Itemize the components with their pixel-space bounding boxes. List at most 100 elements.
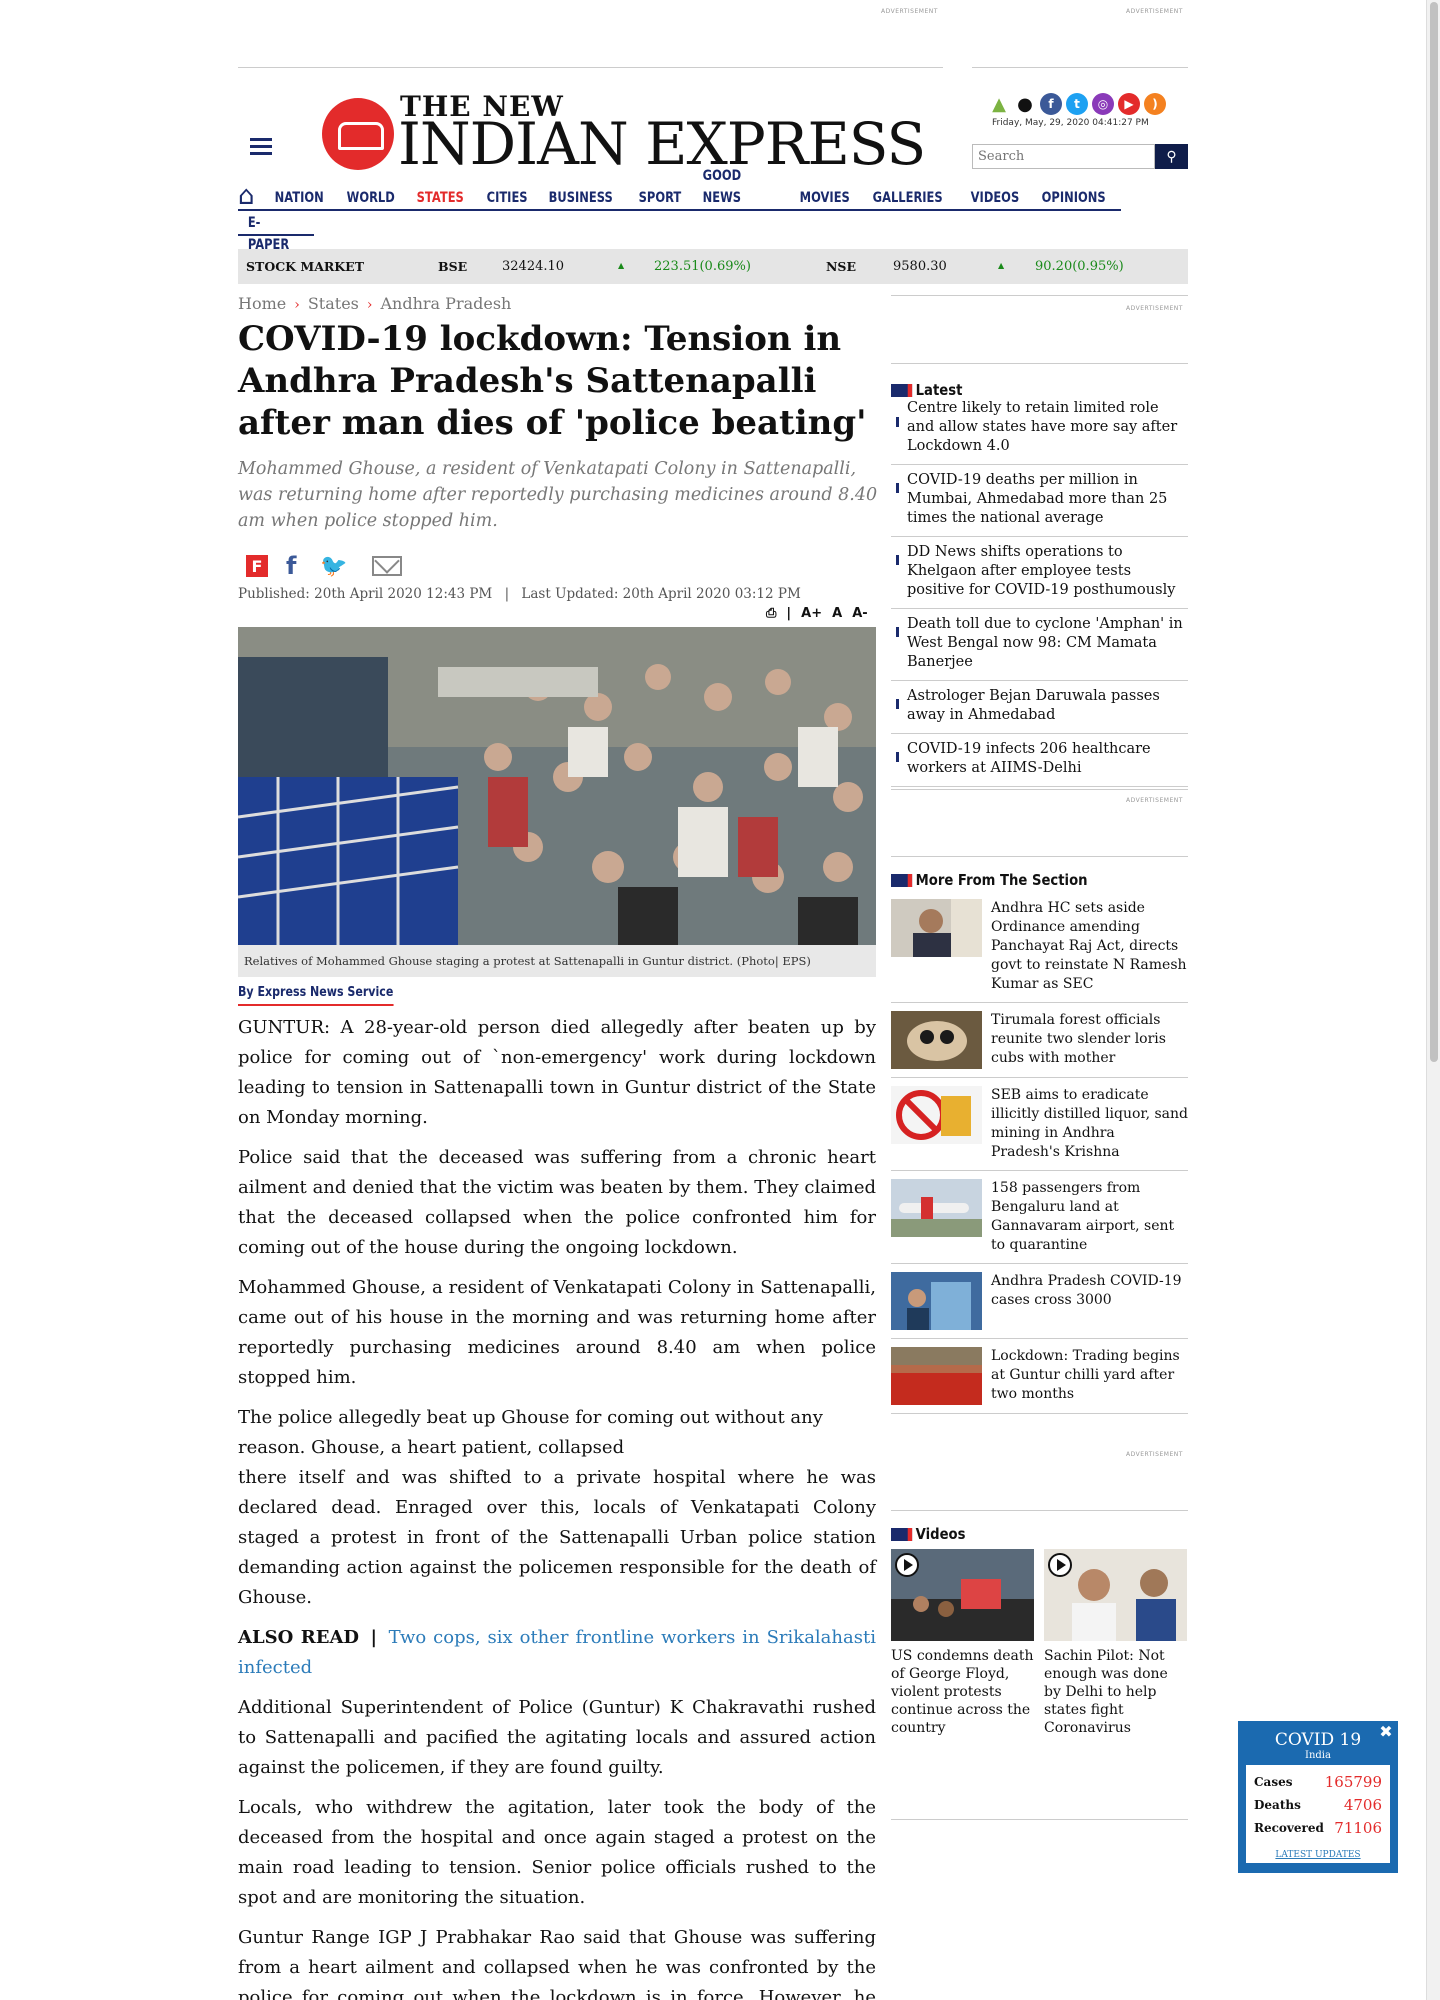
latest-item[interactable]: Centre likely to retain limited role and… (891, 399, 1188, 465)
more-item[interactable]: Andhra HC sets aside Ordinance amending … (891, 889, 1188, 1003)
more-item[interactable]: 158 passengers from Bengaluru land at Ga… (891, 1171, 1188, 1264)
article-summary: Mohammed Ghouse, a resident of Venkatapa… (238, 459, 878, 531)
paragraph: Locals, who withdrew the agitation, late… (238, 1797, 876, 1908)
nav-nation[interactable]: NATION (264, 187, 334, 209)
video-title: Sachin Pilot: Not enough was done by Del… (1044, 1648, 1168, 1736)
latest-item[interactable]: DD News shifts operations to Khelgaon af… (891, 537, 1188, 609)
nav-world[interactable]: WORLD (336, 187, 405, 209)
play-icon[interactable] (895, 1553, 919, 1577)
font-increase-button[interactable]: A+ (801, 606, 822, 621)
menu-icon[interactable] (250, 138, 272, 156)
paragraph: GUNTUR: A 28-year-old person died allege… (238, 1017, 876, 1128)
separator: | (504, 586, 510, 602)
paragraph: Police said that the deceased was suffer… (238, 1147, 876, 1258)
sidebar-top-rule (891, 295, 1188, 296)
print-icon[interactable]: ⎙ (766, 606, 776, 621)
nav-states[interactable]: STATES (406, 187, 474, 209)
video-title: US condemns death of George Floyd, viole… (891, 1648, 1034, 1736)
video-card[interactable]: US condemns death of George Floyd, viole… (891, 1549, 1034, 1737)
nav-cities[interactable]: CITIES (476, 187, 538, 209)
covid-deaths-row: Deaths 4706 (1254, 1794, 1382, 1817)
ad-label: ADVERTISEMENT (1126, 305, 1183, 312)
twitter-icon[interactable]: t (1066, 93, 1088, 115)
paragraph: Guntur Range IGP J Prabhakar Rao said th… (238, 1927, 876, 2000)
more-item[interactable]: Lockdown: Trading begins at Guntur chill… (891, 1339, 1188, 1414)
sidebar-rule (891, 789, 1188, 790)
more-item[interactable]: Tirumala forest officials reunite two sl… (891, 1003, 1188, 1078)
latest-item[interactable]: COVID-19 deaths per million in Mumbai, A… (891, 465, 1188, 537)
nav-business[interactable]: BUSINESS (538, 187, 623, 209)
videos-title: Videos (891, 1525, 1152, 1543)
news-thumbnail (891, 1272, 982, 1330)
twitter-share-icon[interactable]: 🐦 (320, 554, 347, 579)
stock-ticker: STOCK MARKET BSE 32424.10 ▲ 223.51(0.69%… (238, 249, 1188, 284)
news-thumbnail (891, 1179, 982, 1237)
font-reset-button[interactable]: A (832, 606, 842, 621)
home-icon[interactable]: ⌂ (238, 183, 264, 209)
breadcrumb-andhra-pradesh[interactable]: Andhra Pradesh (381, 294, 512, 313)
breadcrumb-states[interactable]: States (308, 294, 359, 313)
search-input[interactable] (972, 144, 1155, 169)
scrollbar-thumb[interactable] (1430, 2, 1438, 1062)
videos-section: Videos US condemns death of George Floyd… (891, 1510, 1188, 1737)
also-read: ALSO READ | Two cops, six other frontlin… (238, 1623, 876, 1683)
nse-value: 9580.30 (893, 259, 947, 274)
ad-label: ADVERTISEMENT (1126, 797, 1183, 804)
separator: | (370, 1627, 378, 1648)
play-icon[interactable] (1048, 1553, 1072, 1577)
news-thumbnail (891, 1347, 982, 1405)
latest-section: Latest Centre likely to retain limited r… (891, 363, 1188, 787)
news-thumbnail (891, 1086, 982, 1144)
latest-item[interactable]: Astrologer Bejan Daruwala passes away in… (891, 681, 1188, 734)
photo-caption: Relatives of Mohammed Ghouse staging a p… (238, 945, 876, 977)
youtube-icon[interactable]: ▶ (1118, 93, 1140, 115)
publish-info: Published: 20th April 2020 12:43 PM | La… (238, 586, 801, 602)
covid-cases: 165799 (1324, 1773, 1382, 1791)
latest-item[interactable]: COVID-19 infects 206 healthcare workers … (891, 734, 1188, 787)
android-icon[interactable]: ▲ (988, 93, 1010, 115)
email-share-icon[interactable] (372, 556, 402, 576)
page-scrollbar[interactable] (1426, 0, 1440, 2000)
logo-main-text: INDIAN EXPRESS (398, 110, 926, 178)
covid-title: COVID 19 (1274, 1730, 1362, 1750)
covid-recovered-row: Recovered 71106 (1254, 1817, 1382, 1840)
apple-icon[interactable]: ● (1014, 93, 1036, 115)
secondary-nav: E-PAPER (238, 212, 314, 253)
news-thumbnail (891, 899, 982, 957)
sidebar-rule (891, 1819, 1188, 1820)
ad-label: ADVERTISEMENT (881, 8, 938, 15)
nav-videos[interactable]: VIDEOS (960, 187, 1030, 209)
rss-icon[interactable]: ) (1144, 93, 1166, 115)
more-title: More From The Section (891, 871, 1152, 889)
stock-label: STOCK MARKET (246, 259, 364, 274)
facebook-share-icon[interactable]: f (286, 552, 302, 580)
instagram-icon[interactable]: ◎ (1092, 93, 1114, 115)
facebook-icon[interactable]: f (1040, 93, 1062, 115)
font-decrease-button[interactable]: A- (852, 606, 867, 621)
more-item[interactable]: SEB aims to eradicate illicitly distille… (891, 1078, 1188, 1171)
bse-value: 32424.10 (502, 259, 565, 274)
nav-opinions[interactable]: OPINIONS (1031, 187, 1116, 209)
ad-label: ADVERTISEMENT (1126, 8, 1183, 15)
byline[interactable]: By Express News Service (238, 985, 394, 1006)
nav-good-news[interactable]: GOOD NEWS (692, 165, 783, 209)
nav-galleries[interactable]: GALLERIES (862, 187, 953, 209)
nav-movies[interactable]: MOVIES (789, 187, 860, 209)
breadcrumb-home[interactable]: Home (238, 294, 286, 313)
search-icon[interactable]: ⚲ (1155, 144, 1188, 169)
video-card[interactable]: Sachin Pilot: Not enough was done by Del… (1044, 1549, 1187, 1737)
site-logo[interactable]: THE NEW INDIAN EXPRESS (322, 90, 932, 178)
published-date: Published: 20th April 2020 12:43 PM (238, 586, 493, 602)
nav-sport[interactable]: SPORT (628, 187, 692, 209)
article-photo (238, 627, 876, 945)
bse-change: 223.51(0.69%) (654, 259, 751, 274)
close-icon[interactable]: ✖ (1377, 1722, 1395, 1741)
more-item[interactable]: Andhra Pradesh COVID-19 cases cross 3000 (891, 1264, 1188, 1339)
latest-item[interactable]: Death toll due to cyclone 'Amphan' in We… (891, 609, 1188, 681)
divider (238, 67, 943, 68)
article-tools: ⎙ | A+ A A- (766, 606, 868, 621)
flipboard-icon[interactable]: F (246, 555, 268, 577)
up-arrow-icon: ▲ (618, 261, 625, 270)
latest-updates-link[interactable]: LATEST UPDATES (1246, 1846, 1390, 1863)
updated-date: Last Updated: 20th April 2020 03:12 PM (521, 586, 801, 602)
